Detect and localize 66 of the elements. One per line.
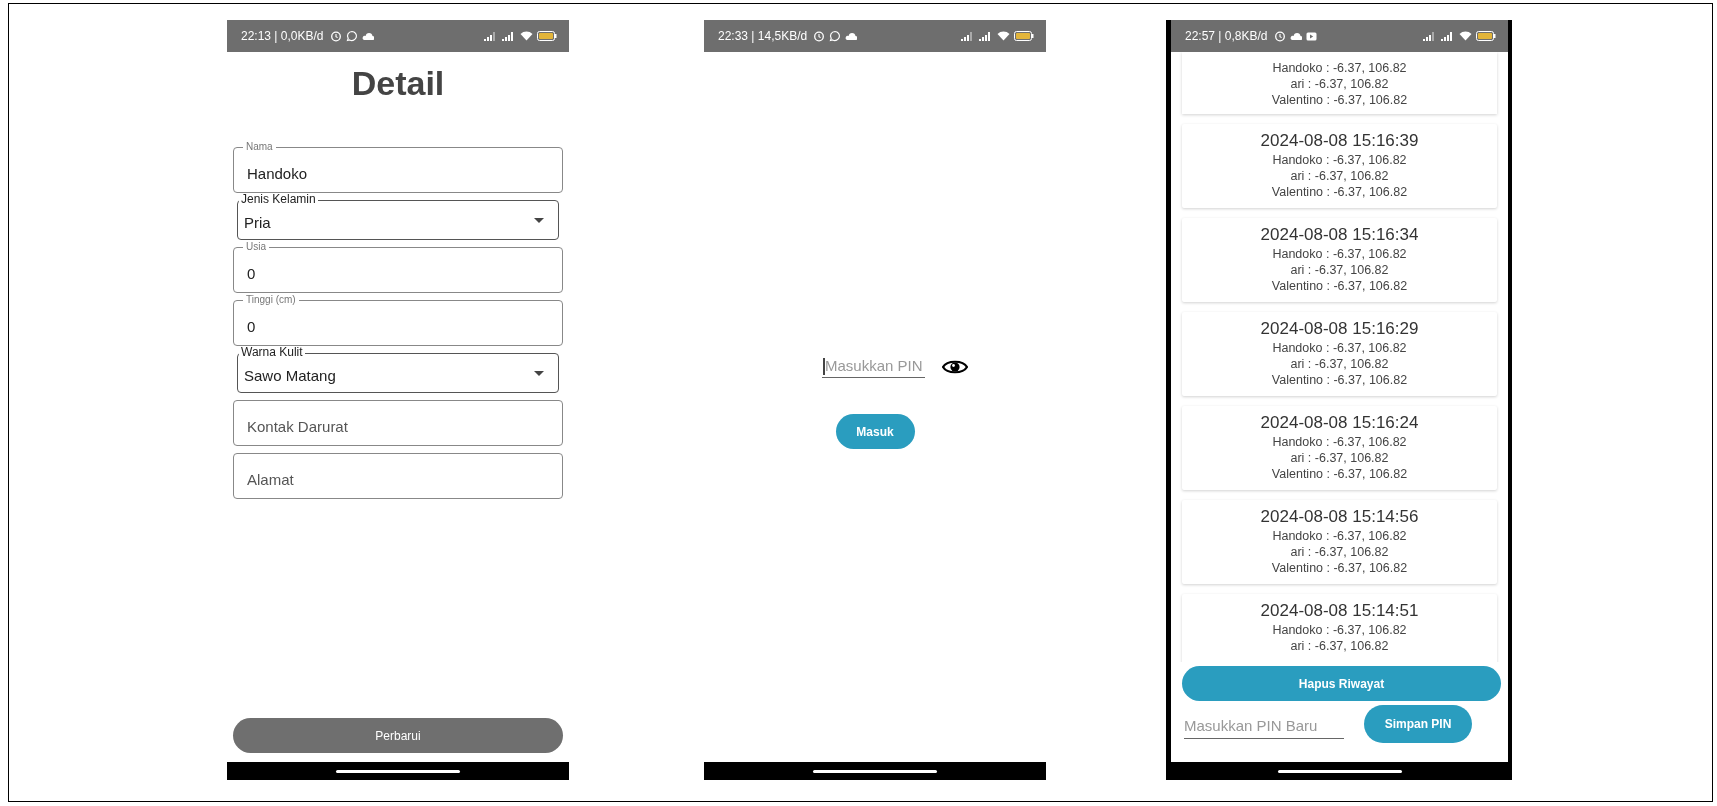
cloud-icon bbox=[845, 31, 858, 41]
status-text: 22:33 | 14,5KB/d bbox=[718, 29, 808, 43]
home-indicator[interactable] bbox=[813, 769, 937, 773]
alarm-icon bbox=[813, 30, 826, 42]
timestamp: 2024-08-08 15:16:29 bbox=[1259, 318, 1420, 340]
wifi-icon bbox=[997, 31, 1010, 41]
timestamp: 2024-08-08 15:14:51 bbox=[1259, 600, 1420, 622]
field-label: Jenis Kelamin bbox=[239, 193, 318, 205]
location-text: Handoko : -6.37, 106.82 bbox=[1271, 152, 1408, 168]
location-text: ari : -6.37, 106.82 bbox=[1289, 638, 1390, 654]
wifi-icon bbox=[520, 31, 533, 41]
location-text: Valentino : -6.37, 106.82 bbox=[1270, 184, 1409, 200]
location-text: Valentino : -6.37, 106.82 bbox=[1270, 466, 1409, 482]
location-text: Handoko : -6.37, 106.82 bbox=[1271, 528, 1408, 544]
new-pin-input-field[interactable]: Masukkan PIN Baru bbox=[1184, 709, 1344, 739]
status-text: 22:13 | 0,0KB/d bbox=[241, 29, 324, 43]
signal-icon bbox=[1441, 31, 1455, 41]
alarm-icon bbox=[329, 30, 342, 42]
home-indicator[interactable] bbox=[336, 769, 460, 773]
timestamp: 2024-08-08 15:16:39 bbox=[1259, 130, 1420, 152]
location-text: Handoko : -6.37, 106.82 bbox=[1271, 434, 1408, 450]
signal-icon bbox=[1423, 31, 1437, 41]
pin-input-field[interactable]: Masukkan PIN bbox=[822, 355, 925, 378]
update-button[interactable]: Perbarui bbox=[233, 718, 563, 753]
location-text: ari : -6.37, 106.82 bbox=[1289, 262, 1390, 278]
location-text: Handoko : -6.37, 106.82 bbox=[1271, 246, 1408, 262]
field-label: Tinggi (cm) bbox=[243, 294, 299, 306]
input-field[interactable]: Alamat bbox=[233, 453, 563, 499]
location-text: ari : -6.37, 106.82 bbox=[1289, 544, 1390, 560]
battery-icon bbox=[1014, 31, 1034, 41]
home-indicator[interactable] bbox=[1277, 769, 1402, 773]
location-text: Handoko : -6.37, 106.82 bbox=[1271, 60, 1408, 76]
timestamp: 2024-08-08 15:16:34 bbox=[1259, 224, 1420, 246]
signal-icon bbox=[484, 31, 498, 41]
location-text: Valentino : -6.37, 106.82 bbox=[1270, 92, 1409, 108]
alarm-icon bbox=[1273, 30, 1286, 42]
location-text: ari : -6.37, 106.82 bbox=[1289, 168, 1390, 184]
field-label: Nama bbox=[243, 141, 276, 153]
timestamp: 2024-08-08 15:16:24 bbox=[1259, 412, 1420, 434]
battery-icon bbox=[1476, 31, 1496, 41]
location-text: ari : -6.37, 106.82 bbox=[1289, 450, 1390, 466]
caret-icon bbox=[534, 370, 544, 376]
location-text: Handoko : -6.37, 106.82 bbox=[1271, 622, 1408, 638]
location-text: Valentino : -6.37, 106.82 bbox=[1270, 278, 1409, 294]
location-text: ari : -6.37, 106.82 bbox=[1289, 356, 1390, 372]
wifi-icon bbox=[1459, 31, 1472, 41]
chat-icon bbox=[345, 30, 358, 42]
cloud-icon bbox=[1289, 31, 1302, 41]
signal-icon bbox=[961, 31, 975, 41]
signal-icon bbox=[502, 31, 516, 41]
field-label: Warna Kulit bbox=[239, 346, 305, 358]
chat-icon bbox=[829, 30, 842, 42]
cloud-icon bbox=[361, 31, 374, 41]
caret-icon bbox=[534, 217, 544, 223]
location-text: ari : -6.37, 106.82 bbox=[1289, 76, 1390, 92]
field-label: Usia bbox=[243, 241, 269, 253]
video-icon bbox=[1305, 31, 1317, 41]
location-text: Valentino : -6.37, 106.82 bbox=[1270, 560, 1409, 576]
status-text: 22:57 | 0,8KB/d bbox=[1185, 29, 1268, 43]
page-title: Detail bbox=[350, 64, 446, 103]
battery-icon bbox=[537, 31, 557, 41]
location-text: Valentino : -6.37, 106.82 bbox=[1270, 372, 1409, 388]
signal-icon bbox=[979, 31, 993, 41]
timestamp: 2024-08-08 15:14:56 bbox=[1259, 506, 1420, 528]
input-field[interactable]: Kontak Darurat bbox=[233, 400, 563, 446]
location-text: Handoko : -6.37, 106.82 bbox=[1271, 340, 1408, 356]
